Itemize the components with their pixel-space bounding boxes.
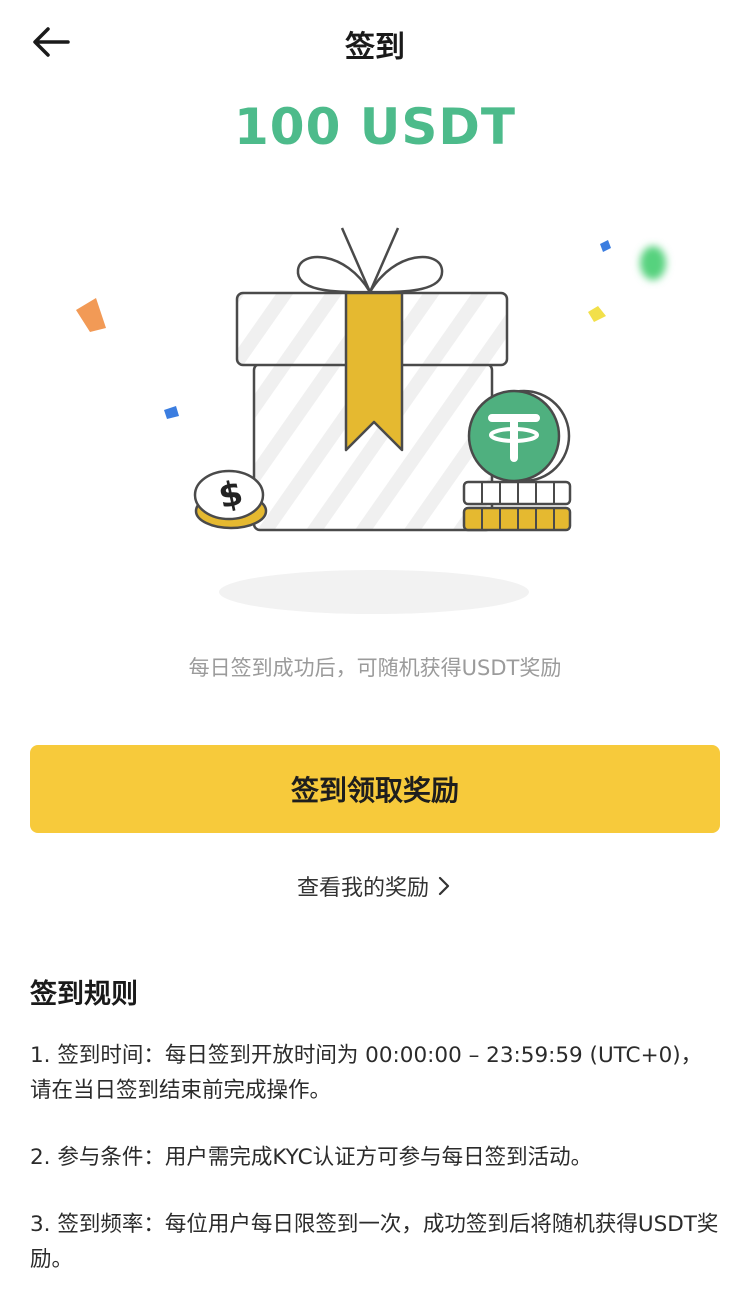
gift-illustration: $ bbox=[0, 200, 750, 630]
claim-reward-button[interactable]: 签到领取奖励 bbox=[30, 745, 720, 833]
rules-list: 1. 签到时间：每日签到开放时间为 00:00:00 – 23:59:59 (U… bbox=[30, 1038, 720, 1309]
chevron-right-icon bbox=[438, 876, 450, 896]
reward-amount: 100 USDT bbox=[234, 98, 516, 156]
rule-item: 3. 签到频率：每位用户每日限签到一次，成功签到后将随机获得USDT奖励。 bbox=[30, 1212, 719, 1272]
rule-item: 1. 签到时间：每日签到开放时间为 00:00:00 – 23:59:59 (U… bbox=[30, 1043, 703, 1103]
claim-reward-label: 签到领取奖励 bbox=[290, 774, 459, 807]
dollar-coin-icon: $ bbox=[193, 469, 268, 530]
rule-item: 2. 参与条件：用户需完成KYC认证方可参与每日签到活动。 bbox=[30, 1145, 593, 1170]
page-title: 签到 bbox=[345, 30, 405, 65]
view-my-rewards-label: 查看我的奖励 bbox=[296, 876, 429, 901]
header: 签到 bbox=[0, 0, 750, 84]
view-my-rewards-link[interactable]: 查看我的奖励 bbox=[0, 870, 750, 902]
rules-title: 签到规则 bbox=[30, 979, 138, 1010]
reward-description: 每日签到成功后，可随机获得USDT奖励 bbox=[188, 656, 562, 680]
ground-shadow bbox=[219, 570, 529, 614]
tether-coin-icon bbox=[467, 389, 571, 483]
